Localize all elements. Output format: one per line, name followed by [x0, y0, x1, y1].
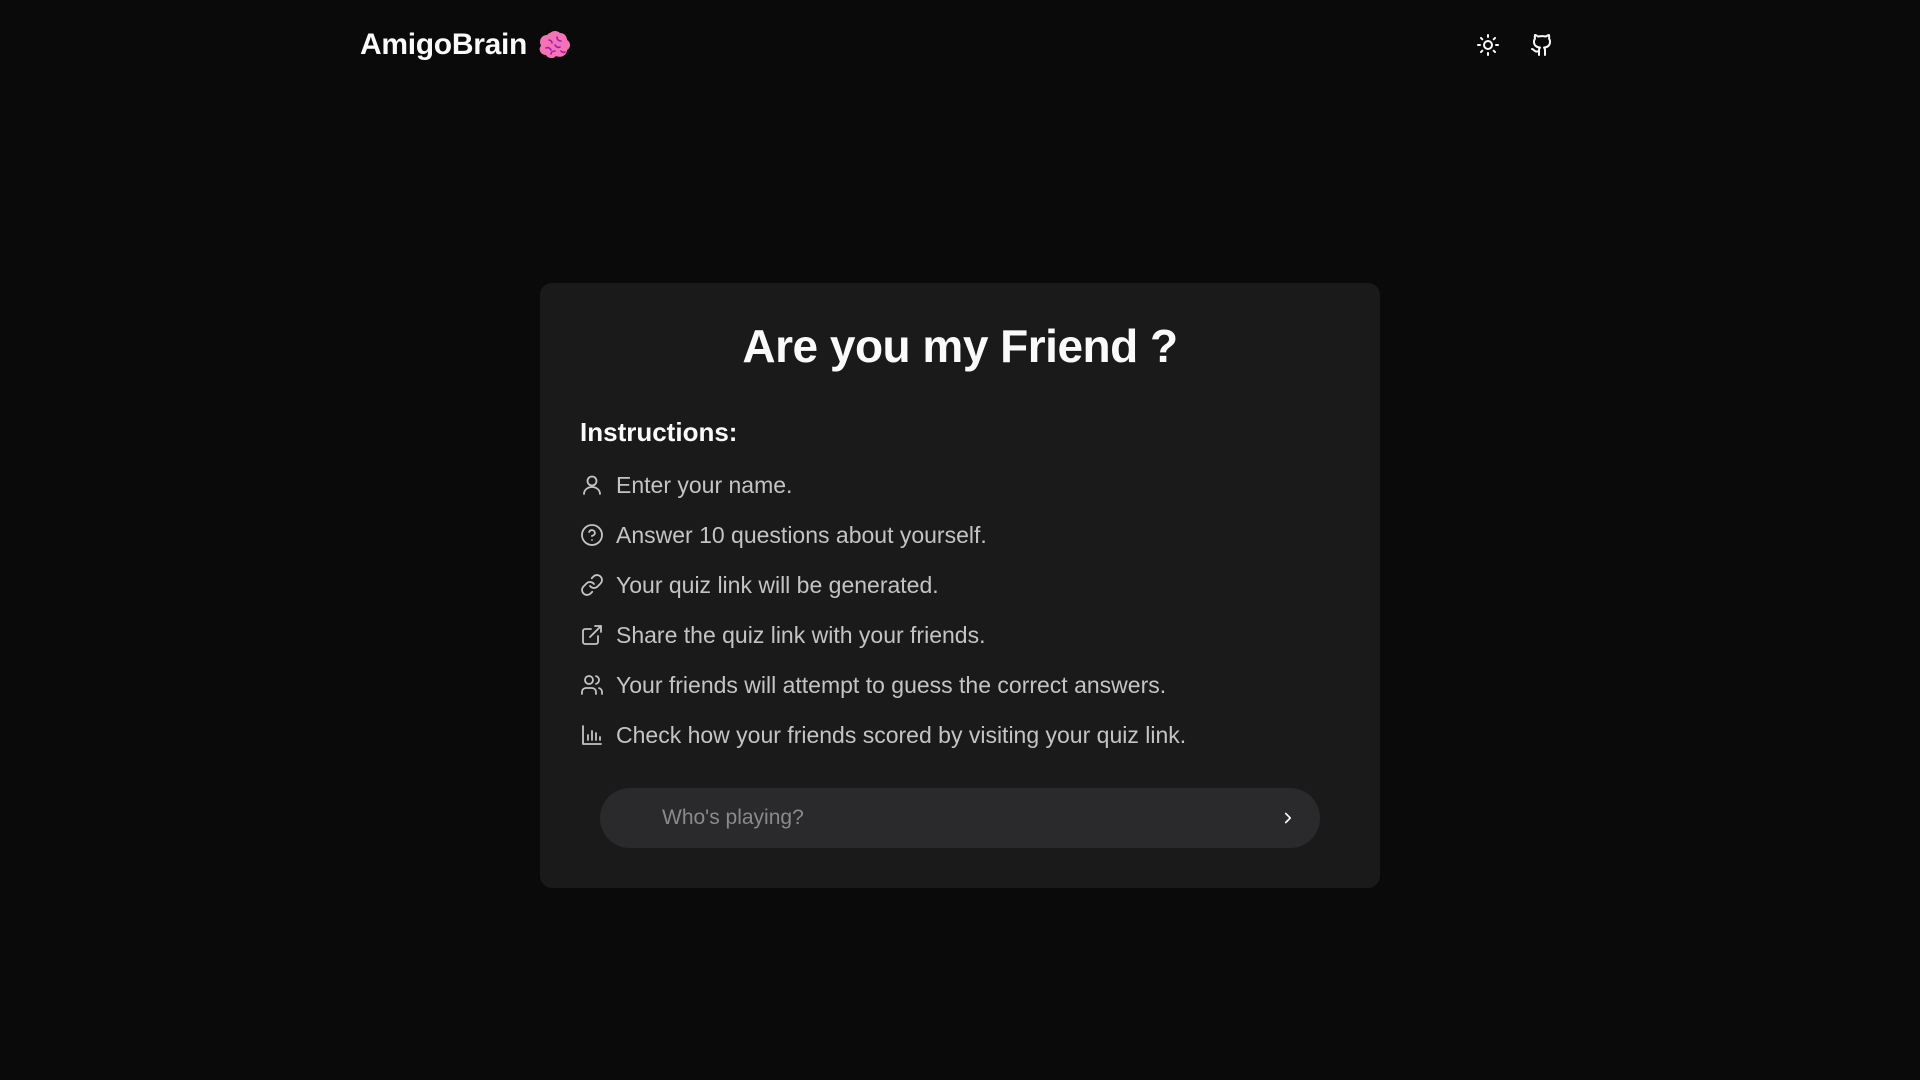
users-icon [581, 675, 603, 695]
step-text: Answer 10 questions about yourself. [616, 521, 987, 548]
list-item: Share the quiz link with your friends. [580, 618, 1340, 652]
instructions-heading: Instructions: [580, 417, 738, 447]
page-title: Are you my Friend ? [742, 320, 1178, 372]
list-item: Your quiz link will be generated. [580, 568, 1340, 602]
step-text: Your quiz link will be generated. [616, 571, 939, 598]
step-text: Your friends will attempt to guess the c… [616, 671, 1167, 698]
name-input[interactable] [660, 805, 1274, 831]
brand-logo[interactable]: AmigoBrain [360, 27, 573, 63]
submit-button[interactable] [1274, 804, 1302, 832]
theme-toggle-button[interactable] [1470, 27, 1506, 63]
list-item: Check how your friends scored by visitin… [580, 718, 1340, 752]
user-icon [583, 475, 601, 495]
list-item: Enter your name. [580, 468, 1340, 502]
top-header: AmigoBrain [360, 0, 1560, 90]
question-circle-icon [581, 524, 603, 546]
brand-name: AmigoBrain [360, 28, 528, 61]
chevron-right-icon [1284, 812, 1292, 824]
sun-icon [1477, 34, 1499, 56]
header-actions [1470, 27, 1560, 63]
bar-chart-icon [582, 725, 602, 745]
github-link-button[interactable] [1524, 27, 1560, 63]
name-form [600, 788, 1320, 848]
list-item: Your friends will attempt to guess the c… [580, 668, 1340, 702]
list-item: Answer 10 questions about yourself. [580, 518, 1340, 552]
brain-icon [537, 27, 573, 63]
github-icon [1531, 34, 1552, 56]
step-text: Share the quiz link with your friends. [616, 621, 986, 648]
step-text: Check how your friends scored by visitin… [616, 721, 1187, 748]
step-text: Enter your name. [616, 471, 793, 498]
instructions-list: Enter your name. Answer 10 questions abo… [580, 468, 1340, 752]
link-icon [581, 574, 603, 596]
quiz-intro-card: Are you my Friend ? Instructions: Enter … [540, 283, 1380, 888]
external-link-icon [582, 625, 602, 645]
